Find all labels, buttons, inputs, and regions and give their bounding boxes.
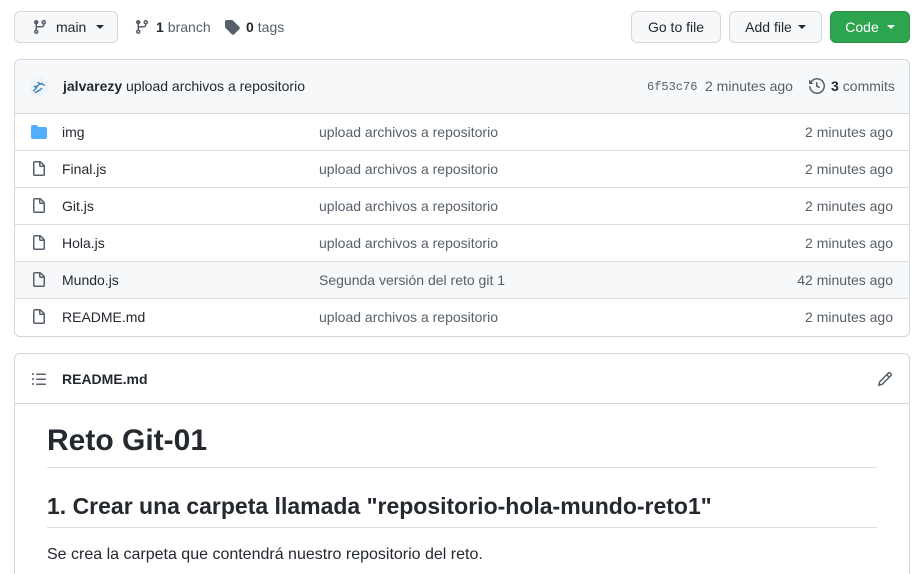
file-commit-message-link[interactable]: upload archivos a repositorio (319, 235, 498, 251)
git-branch-icon (134, 19, 150, 35)
readme-paragraph: Se crea la carpeta que contendrá nuestro… (47, 545, 483, 563)
chevron-down-icon (96, 25, 105, 29)
branches-label: branch (167, 19, 211, 35)
add-file-button[interactable]: Add file (729, 11, 822, 43)
readme-panel: README.md Reto Git-01 1. Crear una carpe… (14, 353, 910, 574)
commit-author-link[interactable]: jalvarezy (63, 78, 122, 94)
file-commit-message-link[interactable]: upload archivos a repositorio (319, 309, 498, 325)
file-icon (31, 161, 47, 177)
chevron-down-icon (797, 25, 806, 29)
tags-count: 0 (246, 19, 254, 35)
file-row[interactable]: README.md upload archivos a repositorio … (15, 299, 909, 336)
file-name-link[interactable]: README.md (62, 309, 145, 325)
file-commit-time: 2 minutes ago (805, 124, 893, 140)
commit-sha-link[interactable]: 6f53c76 (647, 80, 697, 94)
file-row[interactable]: img upload archivos a repositorio 2 minu… (15, 114, 909, 151)
file-commit-message-link[interactable]: upload archivos a repositorio (319, 198, 498, 214)
file-commit-time: 2 minutes ago (805, 309, 893, 325)
folder-icon (31, 124, 47, 140)
file-name-link[interactable]: Hola.js (62, 235, 105, 251)
chevron-down-icon (886, 25, 895, 29)
file-name-link[interactable]: Git.js (62, 198, 94, 214)
file-browser: jalvarezy upload archivos a repositorio … (14, 59, 910, 337)
file-commit-message-link[interactable]: upload archivos a repositorio (319, 161, 498, 177)
readme-heading-2: 1. Crear una carpeta llamada "repositori… (47, 492, 877, 528)
history-icon (809, 78, 825, 94)
commits-count: 3 (831, 78, 839, 94)
readme-content: Reto Git-01 1. Crear una carpeta llamada… (15, 423, 909, 564)
tag-icon (224, 19, 240, 35)
file-commit-time: 2 minutes ago (805, 198, 893, 214)
file-name-link[interactable]: Final.js (62, 161, 106, 177)
file-row[interactable]: Final.js upload archivos a repositorio 2… (15, 151, 909, 188)
file-icon (31, 235, 47, 251)
go-to-file-label: Go to file (647, 19, 705, 35)
avatar[interactable] (29, 77, 49, 97)
commit-time: 2 minutes ago (705, 78, 793, 94)
file-icon (31, 272, 47, 288)
branch-select-button[interactable]: main (14, 11, 118, 43)
file-row[interactable]: Mundo.js Segunda versión del reto git 1 … (15, 262, 909, 299)
readme-heading-1: Reto Git-01 (47, 423, 877, 468)
branch-name: main (56, 19, 87, 35)
readme-filename-link[interactable]: README.md (62, 371, 148, 387)
pencil-icon[interactable] (877, 371, 893, 387)
file-icon (31, 309, 47, 325)
tags-link[interactable]: 0 tags (224, 11, 284, 43)
file-commit-time: 2 minutes ago (805, 161, 893, 177)
add-file-label: Add file (745, 19, 792, 35)
code-label: Code (845, 19, 879, 35)
repo-toolbar: main 1 branch 0 tags Go to file Add file… (0, 0, 915, 54)
code-button[interactable]: Code (830, 11, 910, 43)
tags-label: tags (257, 19, 285, 35)
readme-header: README.md (15, 354, 909, 404)
file-commit-message-link[interactable]: Segunda versión del reto git 1 (319, 272, 505, 288)
branches-count: 1 (156, 19, 164, 35)
latest-commit-bar: jalvarezy upload archivos a repositorio … (15, 60, 909, 114)
go-to-file-button[interactable]: Go to file (631, 11, 721, 43)
file-name-link[interactable]: img (62, 124, 85, 140)
commit-message-link[interactable]: upload archivos a repositorio (126, 78, 305, 94)
file-name-link[interactable]: Mundo.js (62, 272, 119, 288)
file-commit-time: 42 minutes ago (797, 272, 893, 288)
file-commit-time: 2 minutes ago (805, 235, 893, 251)
file-row[interactable]: Hola.js upload archivos a repositorio 2 … (15, 225, 909, 262)
branches-link[interactable]: 1 branch (134, 11, 211, 43)
list-unordered-icon[interactable] (31, 371, 47, 387)
commits-label: commits (842, 78, 895, 94)
commits-history-link[interactable]: 3 commits (809, 78, 895, 94)
file-icon (31, 198, 47, 214)
git-branch-icon (32, 19, 48, 35)
file-row[interactable]: Git.js upload archivos a repositorio 2 m… (15, 188, 909, 225)
file-commit-message-link[interactable]: upload archivos a repositorio (319, 124, 498, 140)
